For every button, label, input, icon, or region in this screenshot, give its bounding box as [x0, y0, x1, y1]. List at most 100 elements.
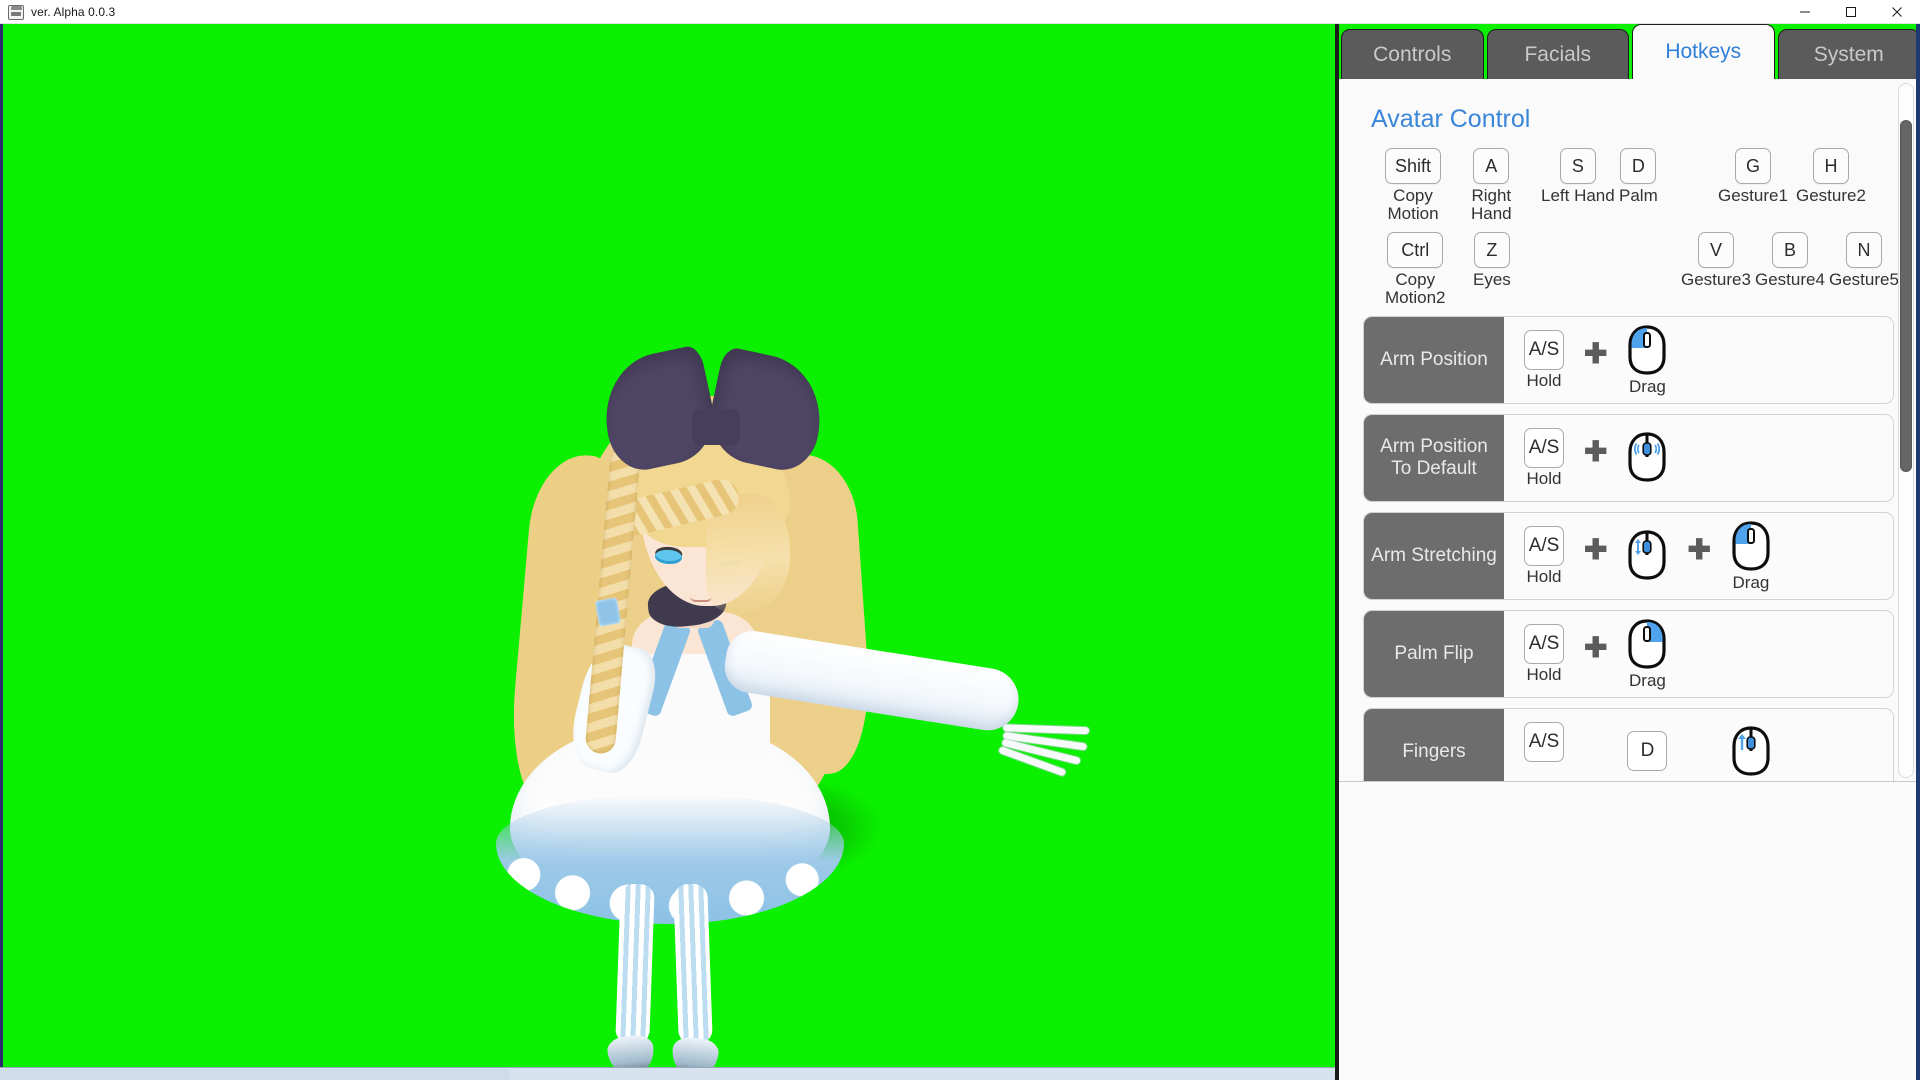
avatar-skirt-trim [496, 794, 844, 924]
key-ctrl[interactable]: Ctrl [1387, 232, 1443, 268]
key-h[interactable]: H [1813, 148, 1849, 184]
hotkeys-vertical-scrollbar[interactable] [1898, 83, 1914, 778]
key-as[interactable]: A/S [1524, 330, 1564, 370]
combo-key-as[interactable]: A/S Hold [1520, 722, 1568, 782]
action-arm-stretching[interactable]: Arm Stretching A/S Hold ✚ [1363, 512, 1894, 600]
greenscreen-background[interactable] [0, 24, 1335, 1067]
hotkey-b[interactable]: B Gesture4 [1755, 232, 1825, 289]
key-as-caption: Hold [1527, 372, 1562, 391]
viewport-horizontal-scrollbar[interactable] [0, 1067, 1335, 1080]
combo-key-as[interactable]: A/S Hold [1520, 624, 1568, 685]
hotkey-s[interactable]: S Left Hand [1541, 148, 1615, 205]
action-fingers-combo: A/S Hold ✚ D ✚ [1504, 709, 1893, 782]
hotkey-d[interactable]: D Palm [1619, 148, 1658, 205]
hotkeys-scroll-area[interactable]: Avatar Control Shift Copy Motion A Right… [1339, 79, 1920, 782]
combo-mouse-right-drag[interactable]: Drag [1623, 618, 1671, 691]
key-as[interactable]: A/S [1524, 624, 1564, 664]
key-v-caption: Gesture3 [1681, 271, 1751, 289]
action-arm-stretching-combo: A/S Hold ✚ [1504, 513, 1893, 599]
hotkey-ctrl[interactable]: Ctrl Copy Motion2 [1385, 232, 1445, 306]
panel-empty-area [1339, 783, 1920, 1080]
avatar-hair-clip [595, 597, 621, 626]
key-as-caption: Hold [1527, 470, 1562, 489]
key-as[interactable]: A/S [1524, 428, 1564, 468]
mouse-left-drag-caption: Drag [1733, 574, 1770, 593]
key-ctrl-caption: Copy Motion2 [1385, 271, 1445, 306]
combo-mouse-left-drag[interactable]: Drag [1623, 324, 1671, 397]
key-b[interactable]: B [1772, 232, 1808, 268]
tab-system[interactable]: System [1778, 29, 1920, 79]
key-as-caption: Hold [1527, 568, 1562, 587]
hotkey-g[interactable]: G Gesture1 [1718, 148, 1788, 205]
action-arm-position[interactable]: Arm Position A/S Hold ✚ [1363, 316, 1894, 404]
avatar-viewport[interactable] [0, 24, 1337, 1080]
hotkey-n[interactable]: N Gesture5 [1829, 232, 1899, 289]
key-as[interactable]: A/S [1524, 526, 1564, 566]
combo-key-as[interactable]: A/S Hold [1520, 428, 1568, 489]
action-fingers[interactable]: Fingers A/S Hold ✚ D ✚ [1363, 708, 1894, 782]
action-arm-position-combo: A/S Hold ✚ [1504, 317, 1893, 403]
action-arm-stretching-label: Arm Stretching [1364, 513, 1504, 599]
combo-mouse-middle-click[interactable] [1623, 431, 1671, 485]
mouse-middle-click-icon [1625, 431, 1669, 483]
key-a[interactable]: A [1473, 148, 1509, 184]
hotkey-shift[interactable]: Shift Copy Motion [1385, 148, 1441, 222]
combo-mouse-scroll[interactable] [1623, 529, 1671, 583]
panel-right-edge [1916, 24, 1920, 1080]
action-arm-position-label: Arm Position [1364, 317, 1504, 403]
mouse-left-button-icon [1729, 520, 1773, 572]
key-z[interactable]: Z [1474, 232, 1510, 268]
avatar-shoe-right [670, 1036, 720, 1067]
avatar-hand-right [997, 716, 1096, 777]
mouse-left-drag-caption: Drag [1629, 378, 1666, 397]
mouse-scroll-wheel-icon [1625, 529, 1669, 581]
hotkeys-scroll-thumb[interactable] [1900, 120, 1912, 472]
section-title-avatar-control: Avatar Control [1371, 105, 1894, 134]
key-s[interactable]: S [1560, 148, 1596, 184]
tab-hotkeys[interactable]: Hotkeys [1632, 24, 1775, 79]
combo-key-as[interactable]: A/S Hold [1520, 330, 1568, 391]
viewport-horizontal-scroll-thumb[interactable] [0, 1069, 510, 1080]
key-g[interactable]: G [1735, 148, 1771, 184]
avatar-leg-right [673, 883, 713, 1044]
action-fingers-label: Fingers [1364, 709, 1504, 782]
close-button[interactable] [1874, 0, 1920, 24]
action-arm-position-to-default-combo: A/S Hold ✚ [1504, 415, 1893, 501]
plus-icon: ✚ [1578, 634, 1613, 662]
key-d[interactable]: D [1627, 731, 1667, 771]
mouse-scroll-up-icon [1729, 725, 1773, 777]
key-z-caption: Eyes [1473, 271, 1511, 289]
minimize-button[interactable] [1782, 0, 1828, 24]
key-d[interactable]: D [1620, 148, 1656, 184]
hotkey-z[interactable]: Z Eyes [1473, 232, 1511, 289]
maximize-button[interactable] [1828, 0, 1874, 24]
avatar-shoe-left [606, 1034, 656, 1067]
combo-key-d[interactable]: D [1623, 731, 1671, 773]
combo-key-as[interactable]: A/S Hold [1520, 526, 1568, 587]
action-palm-flip[interactable]: Palm Flip A/S Hold ✚ [1363, 610, 1894, 698]
action-arm-position-to-default[interactable]: Arm Position To Default A/S Hold ✚ [1363, 414, 1894, 502]
window-title: ver. Alpha 0.0.3 [31, 0, 115, 24]
tab-bar: Controls Facials Hotkeys System [1339, 24, 1920, 79]
hotkey-h[interactable]: H Gesture2 [1796, 148, 1866, 205]
key-v[interactable]: V [1698, 232, 1734, 268]
tab-facials[interactable]: Facials [1487, 29, 1630, 79]
panel-body: Avatar Control Shift Copy Motion A Right… [1339, 79, 1920, 1080]
hotkey-row-1: Shift Copy Motion A Right Hand S Left Ha… [1363, 148, 1894, 226]
tab-controls-label: Controls [1373, 43, 1451, 67]
hotkey-a[interactable]: A Right Hand [1471, 148, 1512, 222]
plus-icon: ✚ [1578, 536, 1613, 564]
avatar-bow-knot [692, 409, 740, 445]
action-arm-position-to-default-label: Arm Position To Default [1364, 415, 1504, 501]
hotkey-v[interactable]: V Gesture3 [1681, 232, 1751, 289]
key-n[interactable]: N [1846, 232, 1882, 268]
key-shift[interactable]: Shift [1385, 148, 1441, 184]
avatar-model[interactable] [0, 24, 1335, 1067]
key-d-caption: Palm [1619, 187, 1658, 205]
control-panel: Controls Facials Hotkeys System Avatar C… [1337, 24, 1920, 1080]
combo-mouse-left-drag[interactable]: Drag [1727, 520, 1775, 593]
tab-controls[interactable]: Controls [1341, 29, 1484, 79]
key-as[interactable]: A/S [1524, 722, 1564, 762]
combo-mouse-scroll-up[interactable] [1727, 725, 1775, 779]
action-palm-flip-label: Palm Flip [1364, 611, 1504, 697]
